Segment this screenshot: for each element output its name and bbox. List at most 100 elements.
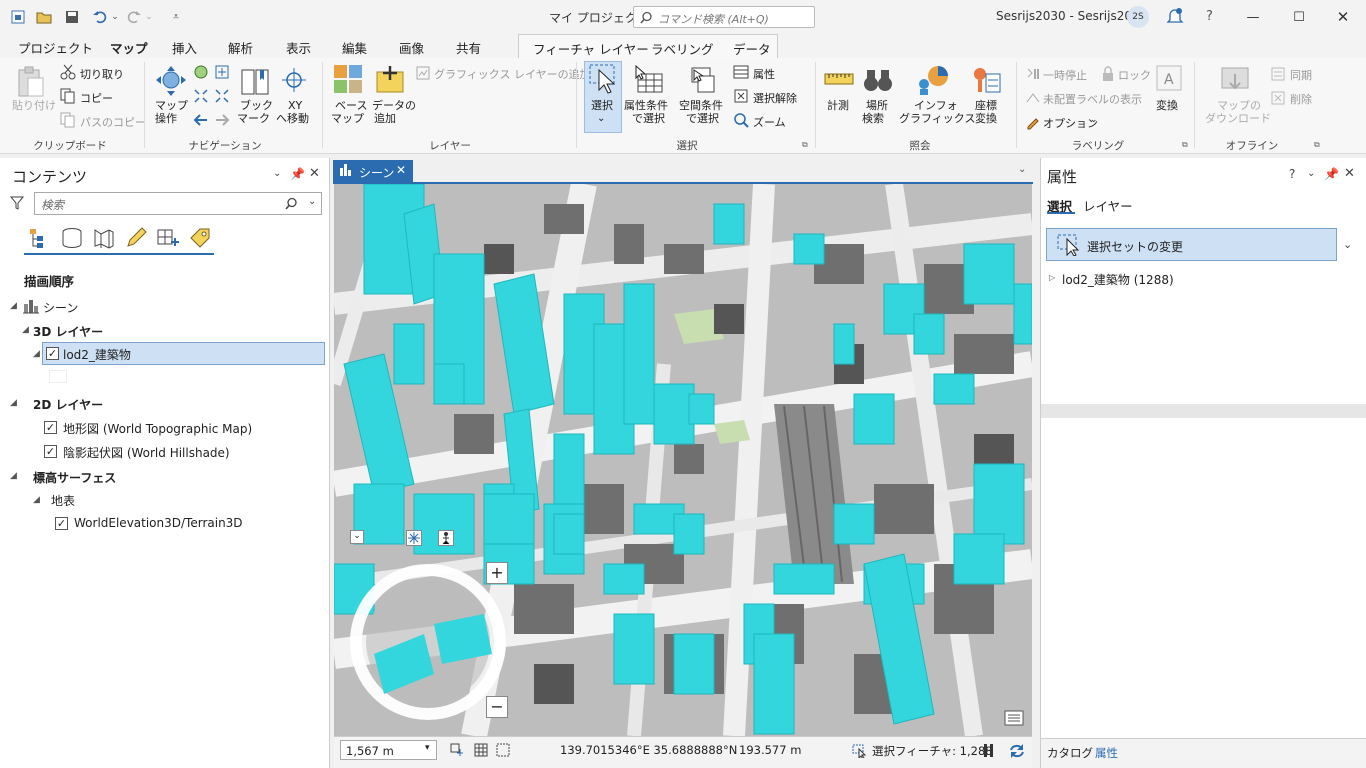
- selected-features-count[interactable]: 選択フィーチャ: 1,288: [872, 743, 993, 759]
- navigator-collapse-icon[interactable]: ⌄: [350, 530, 364, 544]
- search-options-dropdown-icon[interactable]: ⌄: [308, 196, 316, 207]
- zoom-to-selection-button[interactable]: ズーム: [753, 114, 786, 130]
- filter-icon[interactable]: [10, 196, 24, 210]
- building-layer-item[interactable]: lod2_建築物: [63, 346, 131, 363]
- scene-view[interactable]: ⌄ + −: [334, 184, 1032, 736]
- explore-button-line2[interactable]: 操作: [155, 112, 177, 125]
- paste-button[interactable]: 貼り付け: [12, 99, 56, 112]
- tab-imagery[interactable]: 画像: [399, 38, 424, 57]
- contents-search-input[interactable]: 検索 ⌄: [34, 192, 322, 215]
- snapping-view-icon[interactable]: [156, 226, 180, 250]
- maximize-button[interactable]: ☐: [1276, 0, 1322, 34]
- infographics-button-line2[interactable]: グラフィックス: [899, 112, 975, 125]
- expand-scene-icon[interactable]: ◢: [10, 301, 17, 311]
- basemap-button-line2[interactable]: マップ: [331, 112, 364, 125]
- navigator-zoom-icon[interactable]: [406, 530, 422, 546]
- select-by-attributes-line2[interactable]: で選択: [632, 112, 665, 125]
- measure-button[interactable]: 計測: [827, 99, 849, 112]
- attributes-close-icon[interactable]: ✕: [1344, 166, 1355, 181]
- pause-drawing-icon[interactable]: [984, 744, 987, 757]
- tab-layer[interactable]: レイヤー: [1083, 196, 1133, 215]
- expand-ground-icon[interactable]: ◢: [33, 495, 40, 505]
- building-layer-symbol[interactable]: [49, 370, 67, 383]
- selection-dialog-launcher-icon[interactable]: ⧉: [802, 140, 808, 150]
- hillshade-layer-checkbox[interactable]: ✓: [44, 445, 57, 458]
- locate-button-line2[interactable]: 検索: [862, 112, 884, 125]
- copy-button[interactable]: コピー: [80, 90, 113, 106]
- scale-selector[interactable]: 1,567 m ▾: [340, 740, 437, 760]
- cut-button[interactable]: 切り取り: [80, 66, 124, 82]
- topo-layer-checkbox[interactable]: ✓: [44, 421, 57, 434]
- copy-path-button[interactable]: パスのコピー: [80, 114, 146, 130]
- pane-splitter[interactable]: [1041, 404, 1366, 418]
- download-map-line1[interactable]: マップの: [1217, 99, 1261, 112]
- view-tabs-dropdown-icon[interactable]: ⌄: [1018, 164, 1026, 175]
- attributes-options-dropdown-icon[interactable]: ⌄: [1307, 168, 1315, 179]
- select-by-location-line1[interactable]: 空間条件: [679, 99, 723, 112]
- building-layer-checkbox[interactable]: ✓: [46, 347, 59, 360]
- convert-labels-button[interactable]: 変換: [1156, 99, 1178, 112]
- user-name[interactable]: Sesrijs2030 - Sesrijs2030: [996, 9, 1147, 23]
- fixed-zoom-out-icon[interactable]: [193, 88, 209, 104]
- terrain-item[interactable]: WorldElevation3D/Terrain3D: [74, 516, 243, 530]
- explore-button-line1[interactable]: マップ: [155, 99, 188, 112]
- elevation-surfaces-group[interactable]: 標高サーフェス: [33, 469, 116, 486]
- selection-view-icon[interactable]: [92, 226, 116, 250]
- save-icon[interactable]: [62, 7, 82, 27]
- locate-button-line1[interactable]: 場所: [866, 99, 888, 112]
- scene-view-tab[interactable]: シーン ✕: [333, 160, 413, 182]
- pane-options-dropdown-icon[interactable]: ⌄: [273, 168, 281, 179]
- labeling-dialog-launcher-icon[interactable]: ⧉: [1182, 140, 1188, 150]
- expand-3d-layers-icon[interactable]: ◢: [22, 325, 29, 335]
- tab-map[interactable]: マップ: [110, 38, 148, 62]
- zoom-out-button[interactable]: −: [486, 696, 508, 718]
- data-source-view-icon[interactable]: [60, 226, 84, 250]
- tab-feature-layer[interactable]: フィーチャ レイヤー: [533, 39, 649, 58]
- forward-arrow-icon[interactable]: [214, 112, 230, 128]
- redo-dropdown-icon[interactable]: ⌄: [144, 7, 154, 27]
- bookmarks-button-line1[interactable]: ブック: [240, 99, 273, 112]
- convert-coordinates-line1[interactable]: 座標: [975, 99, 997, 112]
- infographics-button-line1[interactable]: インフォ: [914, 99, 958, 112]
- tab-catalog[interactable]: カタログ: [1047, 745, 1093, 761]
- attributes-help-icon[interactable]: ?: [1289, 167, 1295, 181]
- tab-share[interactable]: 共有: [456, 38, 481, 57]
- remove-offline-button[interactable]: 削除: [1290, 91, 1312, 107]
- tab-attributes[interactable]: 属性: [1095, 745, 1118, 761]
- pause-labels-button[interactable]: 一時停止: [1043, 67, 1087, 83]
- undo-icon[interactable]: [90, 7, 110, 27]
- expand-elevation-icon[interactable]: ◢: [10, 471, 17, 481]
- select-dropdown-icon[interactable]: ⌄: [597, 112, 605, 125]
- labeling-view-icon[interactable]: [188, 226, 212, 250]
- tab-data[interactable]: データ: [733, 39, 771, 58]
- select-by-location-line2[interactable]: で選択: [686, 112, 719, 125]
- bookmarks-button-line2[interactable]: マーク: [237, 112, 270, 125]
- fixed-zoom-in-icon[interactable]: [214, 64, 230, 80]
- avatar[interactable]: 2S: [1127, 6, 1149, 28]
- basemap-button-line1[interactable]: ベース: [335, 99, 367, 112]
- full-extent-icon[interactable]: [193, 64, 209, 80]
- lock-labels-button[interactable]: ロック: [1118, 67, 1151, 83]
- goto-xy-button-line2[interactable]: へ移動: [276, 112, 309, 125]
- 3d-layers-group[interactable]: 3D レイヤー: [33, 323, 103, 340]
- convert-coordinates-line2[interactable]: 変換: [975, 112, 997, 125]
- refresh-icon[interactable]: [1009, 743, 1025, 759]
- offline-dialog-launcher-icon[interactable]: ⧉: [1314, 140, 1320, 150]
- expand-building-layer-icon[interactable]: ◢: [33, 349, 40, 359]
- undo-dropdown-icon[interactable]: ⌄: [110, 7, 120, 27]
- redo-icon[interactable]: [124, 7, 144, 27]
- drawing-order-view-icon[interactable]: [28, 226, 52, 250]
- view-unplaced-labels-button[interactable]: 未配置ラベルの表示: [1043, 91, 1142, 107]
- customize-toolbar-icon[interactable]: ⩡: [166, 7, 186, 27]
- close-button[interactable]: ✕: [1320, 0, 1366, 34]
- grid-icon[interactable]: [474, 743, 488, 757]
- minimize-button[interactable]: —: [1230, 0, 1276, 34]
- notification-bell-icon[interactable]: [1166, 7, 1184, 25]
- clear-selection-button[interactable]: 選択解除: [753, 90, 797, 106]
- ground-surface-item[interactable]: 地表: [51, 492, 75, 509]
- expand-selection-layer-icon[interactable]: ▷: [1049, 273, 1055, 282]
- expand-2d-layers-icon[interactable]: ◢: [10, 398, 17, 408]
- tab-insert[interactable]: 挿入: [172, 38, 197, 57]
- attributes-pin-icon[interactable]: 📌: [1324, 167, 1339, 181]
- select-button-label[interactable]: 選択: [591, 99, 613, 112]
